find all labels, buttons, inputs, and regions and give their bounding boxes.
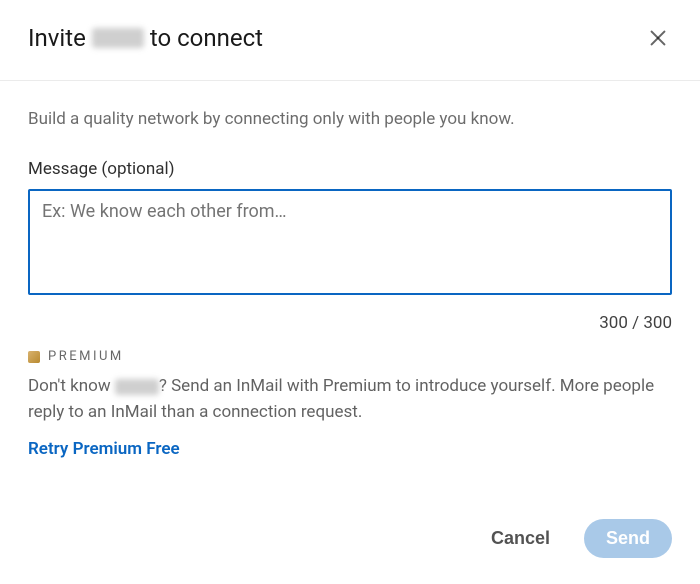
invite-modal: Invite to connect Build a quality networ…	[0, 0, 700, 584]
premium-text-prefix: Don't know	[28, 376, 115, 396]
premium-text: Don't know ? Send an InMail with Premium…	[28, 374, 672, 425]
redacted-name	[92, 28, 144, 48]
title-prefix: Invite	[28, 24, 86, 52]
message-input[interactable]	[28, 189, 672, 295]
title-suffix: to connect	[150, 24, 263, 52]
close-icon	[647, 27, 669, 49]
premium-upsell: PREMIUM Don't know ? Send an InMail with…	[28, 349, 672, 459]
retry-premium-link[interactable]: Retry Premium Free	[28, 439, 180, 459]
subtitle-text: Build a quality network by connecting on…	[28, 109, 672, 129]
premium-tag: PREMIUM	[28, 349, 672, 364]
char-counter: 300 / 300	[28, 313, 672, 333]
close-button[interactable]	[640, 20, 676, 56]
modal-header: Invite to connect	[0, 0, 700, 81]
send-button[interactable]: Send	[584, 519, 672, 558]
modal-title: Invite to connect	[28, 24, 263, 52]
message-label: Message (optional)	[28, 159, 672, 179]
modal-body: Build a quality network by connecting on…	[0, 81, 700, 519]
cancel-button[interactable]: Cancel	[471, 520, 570, 557]
redacted-name-inline	[115, 379, 159, 395]
modal-footer: Cancel Send	[0, 519, 700, 584]
premium-badge-label: PREMIUM	[48, 349, 124, 364]
premium-icon	[28, 351, 40, 363]
